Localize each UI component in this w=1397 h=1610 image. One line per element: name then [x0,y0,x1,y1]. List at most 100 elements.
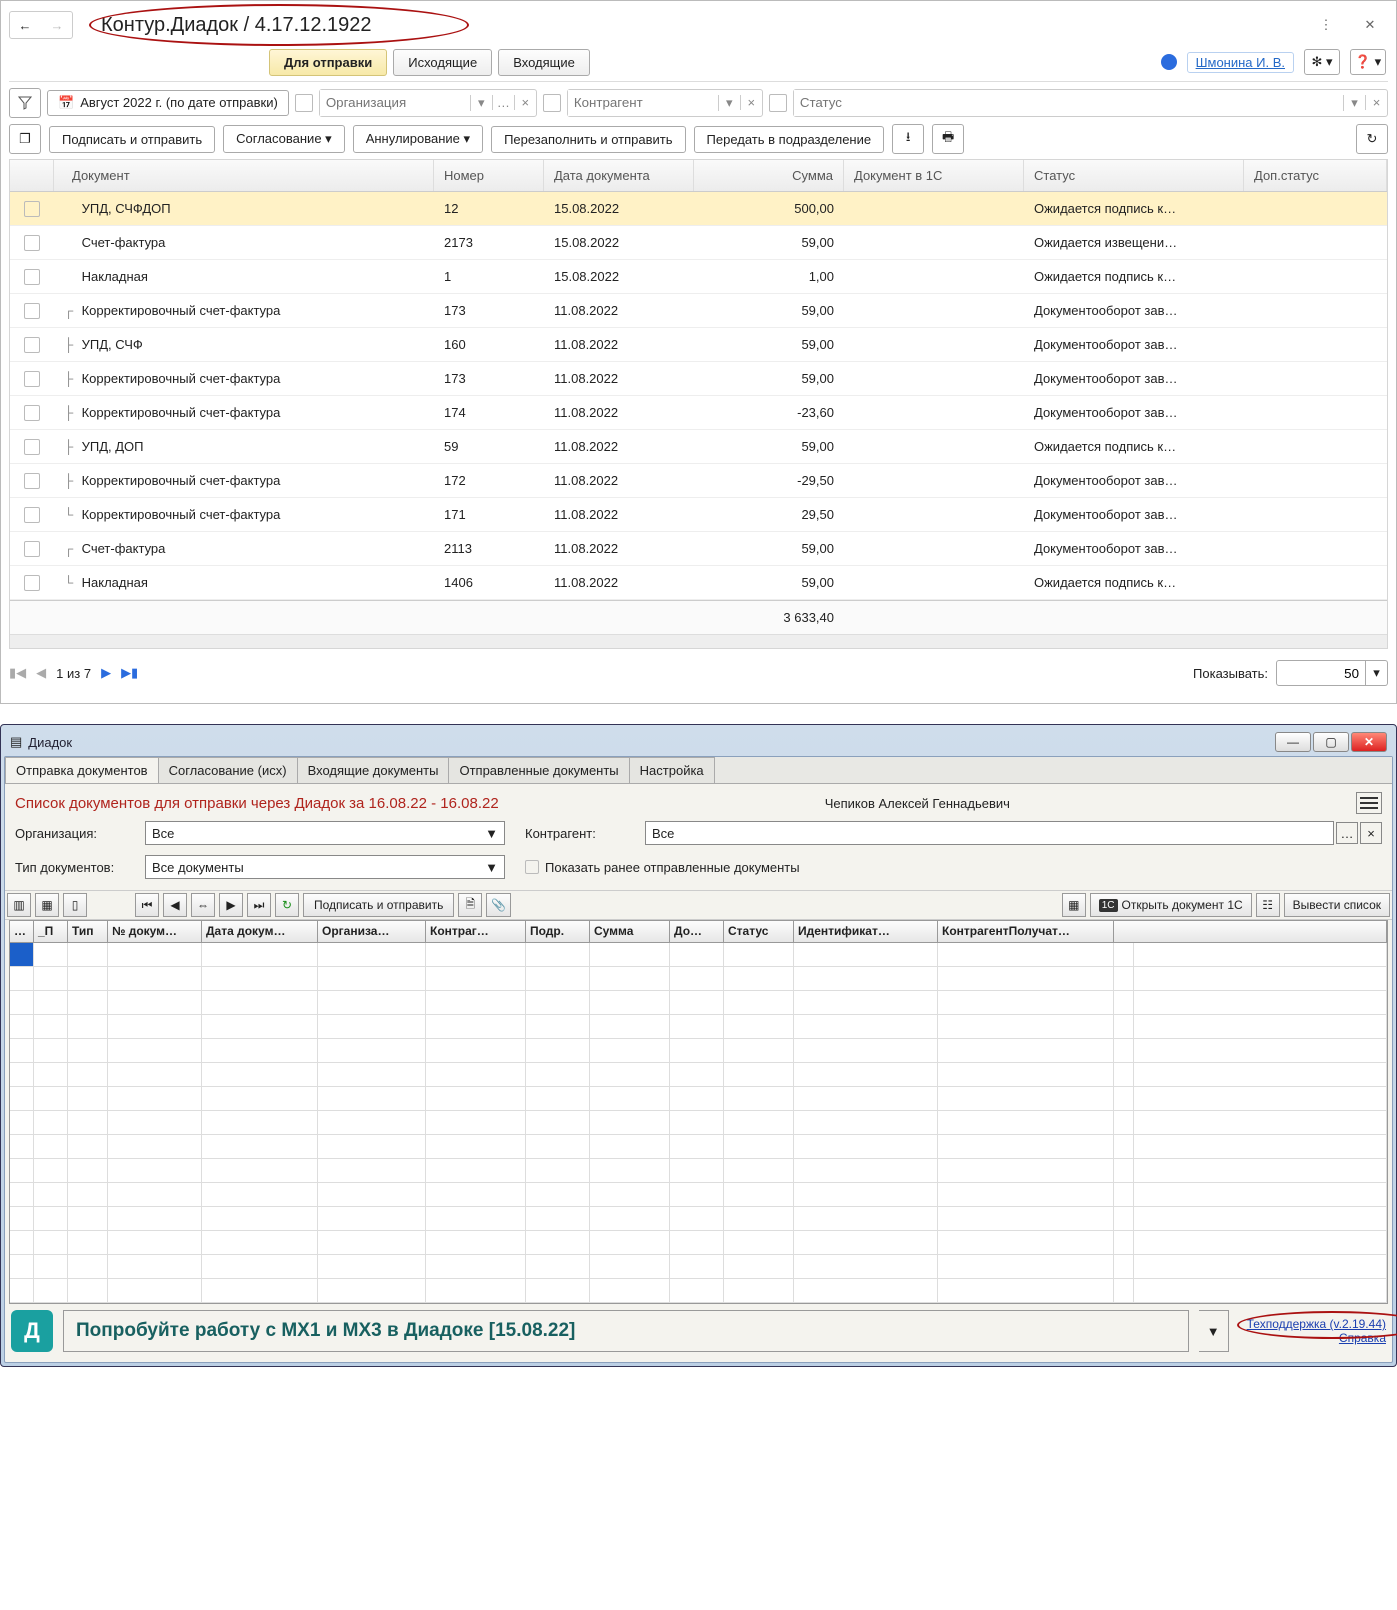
banner-dropdown[interactable]: ▼ [1199,1310,1229,1352]
counter-enable-checkbox[interactable] [543,94,561,112]
refresh-button[interactable]: ↻ [1356,124,1388,154]
row-checkbox[interactable] [24,439,40,455]
row-checkbox[interactable] [24,507,40,523]
counter-clear-button[interactable]: × [1360,822,1382,844]
date-filter[interactable]: 📅 Август 2022 г. (по дате отправки) [47,90,289,116]
col-status[interactable]: Статус [1024,160,1244,191]
table-row[interactable]: ┌ Счет-фактура211311.08.202259,00Докумен… [10,532,1387,566]
download-button[interactable]: ⭳ [892,124,924,154]
filter-button[interactable] [9,88,41,118]
tab-item[interactable]: Отправленные документы [448,757,629,783]
row-checkbox[interactable] [24,575,40,591]
print-button[interactable]: 🖶 [932,124,964,154]
settings-button[interactable]: ✻ ▾ [1304,49,1340,75]
refresh-button[interactable]: ↻ [275,893,299,917]
row-checkbox[interactable] [24,201,40,217]
counter-select[interactable]: Все [645,821,1334,845]
col-sum[interactable]: Сумма [694,160,844,191]
grid-col-header[interactable]: Сумма [590,921,670,943]
back-button[interactable]: ← [10,12,40,38]
file-button[interactable]: 🗎 [458,893,482,917]
h-scrollbar[interactable] [10,634,1387,648]
status-combo[interactable]: ▾ × [793,89,1388,117]
row-checkbox[interactable] [24,405,40,421]
refill-button[interactable]: Перезаполнить и отправить [491,126,685,153]
pager-prev[interactable]: ◀ [36,665,46,681]
tab-incoming[interactable]: Входящие [498,49,590,76]
grid-col-header[interactable]: Дата докум… [202,921,318,943]
grid-row[interactable] [10,991,1387,1015]
tab-item[interactable]: Отправка документов [5,757,159,783]
grid-col-header[interactable]: Организа… [318,921,426,943]
row-checkbox[interactable] [24,473,40,489]
attach-button[interactable]: 📎 [486,893,511,917]
org-more-icon[interactable]: … [492,95,514,110]
layout2-button[interactable]: ▦ [35,893,59,917]
counter-more-button[interactable]: … [1336,822,1358,844]
org-input[interactable] [320,90,470,116]
grid-icon[interactable]: ▦ [1062,893,1086,917]
grid-col-header[interactable]: Идентификат… [794,921,938,943]
grid-row[interactable] [10,1135,1387,1159]
counter-combo[interactable]: ▾ × [567,89,763,117]
table-row[interactable]: ├ УПД, ДОП5911.08.202259,00Ожидается под… [10,430,1387,464]
show-input[interactable] [1276,660,1366,686]
grid-row[interactable] [10,1063,1387,1087]
approve-button[interactable]: Согласование ▾ [223,125,345,153]
org-clear-icon[interactable]: × [514,95,536,110]
org-enable-checkbox[interactable] [295,94,313,112]
nav-fit[interactable]: ⇔ [191,893,215,917]
grid-row[interactable] [10,1087,1387,1111]
counter-input[interactable] [568,90,718,116]
show-dropdown[interactable]: ▾ [1366,660,1388,686]
grid-col-header[interactable]: _П [34,921,68,943]
table-row[interactable]: ├ Корректировочный счет-фактура17211.08.… [10,464,1387,498]
grid-col-header[interactable]: Контраг… [426,921,526,943]
forward-button[interactable]: → [42,12,72,38]
close-icon[interactable]: ✕ [1356,11,1384,39]
annul-button[interactable]: Аннулирование ▾ [353,125,483,153]
open-1c-button[interactable]: 1C Открыть документ 1С [1090,893,1252,917]
grid-row[interactable] [10,1111,1387,1135]
status-dropdown-icon[interactable]: ▾ [1343,95,1365,111]
table-row[interactable]: └ Накладная140611.08.202259,00Ожидается … [10,566,1387,600]
table-row[interactable]: ├ УПД, СЧФ16011.08.202259,00Документообо… [10,328,1387,362]
help-button[interactable]: ❓ ▾ [1350,49,1386,75]
grid-row[interactable] [10,1231,1387,1255]
table-row[interactable]: ┌ Корректировочный счет-фактура17311.08.… [10,294,1387,328]
col-document[interactable]: Документ [54,160,434,191]
pager-last[interactable]: ▶▮ [121,665,138,681]
grid-row[interactable] [10,1207,1387,1231]
table-row[interactable]: └ Корректировочный счет-фактура17111.08.… [10,498,1387,532]
pager-first[interactable]: ▮◀ [9,665,26,681]
grid-row[interactable] [10,1159,1387,1183]
grid-col-header[interactable]: Подр. [526,921,590,943]
sign-send-button[interactable]: Подписать и отправить [303,893,454,917]
org-select[interactable]: Все▼ [145,821,505,845]
row-checkbox[interactable] [24,541,40,557]
grid-row[interactable] [10,943,1387,967]
grid-col-header[interactable]: Тип [68,921,108,943]
status-enable-checkbox[interactable] [769,94,787,112]
nav-prev[interactable]: ◀ [163,893,187,917]
row-checkbox[interactable] [24,269,40,285]
row-checkbox[interactable] [24,303,40,319]
close-button[interactable]: ✕ [1351,732,1387,752]
minimize-button[interactable]: — [1275,732,1311,752]
col-doc1c[interactable]: Документ в 1С [844,160,1024,191]
tab-outgoing[interactable]: Исходящие [393,49,492,76]
table-row[interactable]: УПД, СЧФДОП1215.08.2022500,00Ожидается п… [10,192,1387,226]
table-row[interactable]: ├ Корректировочный счет-фактура17411.08.… [10,396,1387,430]
grid-row[interactable] [10,1279,1387,1303]
layout3-button[interactable]: ▯ [63,893,87,917]
user-link[interactable]: Шмонина И. В. [1187,52,1294,73]
grid-row[interactable] [10,1015,1387,1039]
table-row[interactable]: Накладная115.08.20221,00Ожидается подпис… [10,260,1387,294]
grid-row[interactable] [10,1039,1387,1063]
org-dropdown-icon[interactable]: ▾ [470,95,492,111]
nav-last[interactable]: ⏭ [247,893,271,917]
tab-item[interactable]: Настройка [629,757,715,783]
to-dept-button[interactable]: Передать в подразделение [694,126,885,153]
grid-col-header[interactable]: КонтрагентПолучат… [938,921,1114,943]
help-link[interactable]: Справка [1247,1331,1386,1345]
